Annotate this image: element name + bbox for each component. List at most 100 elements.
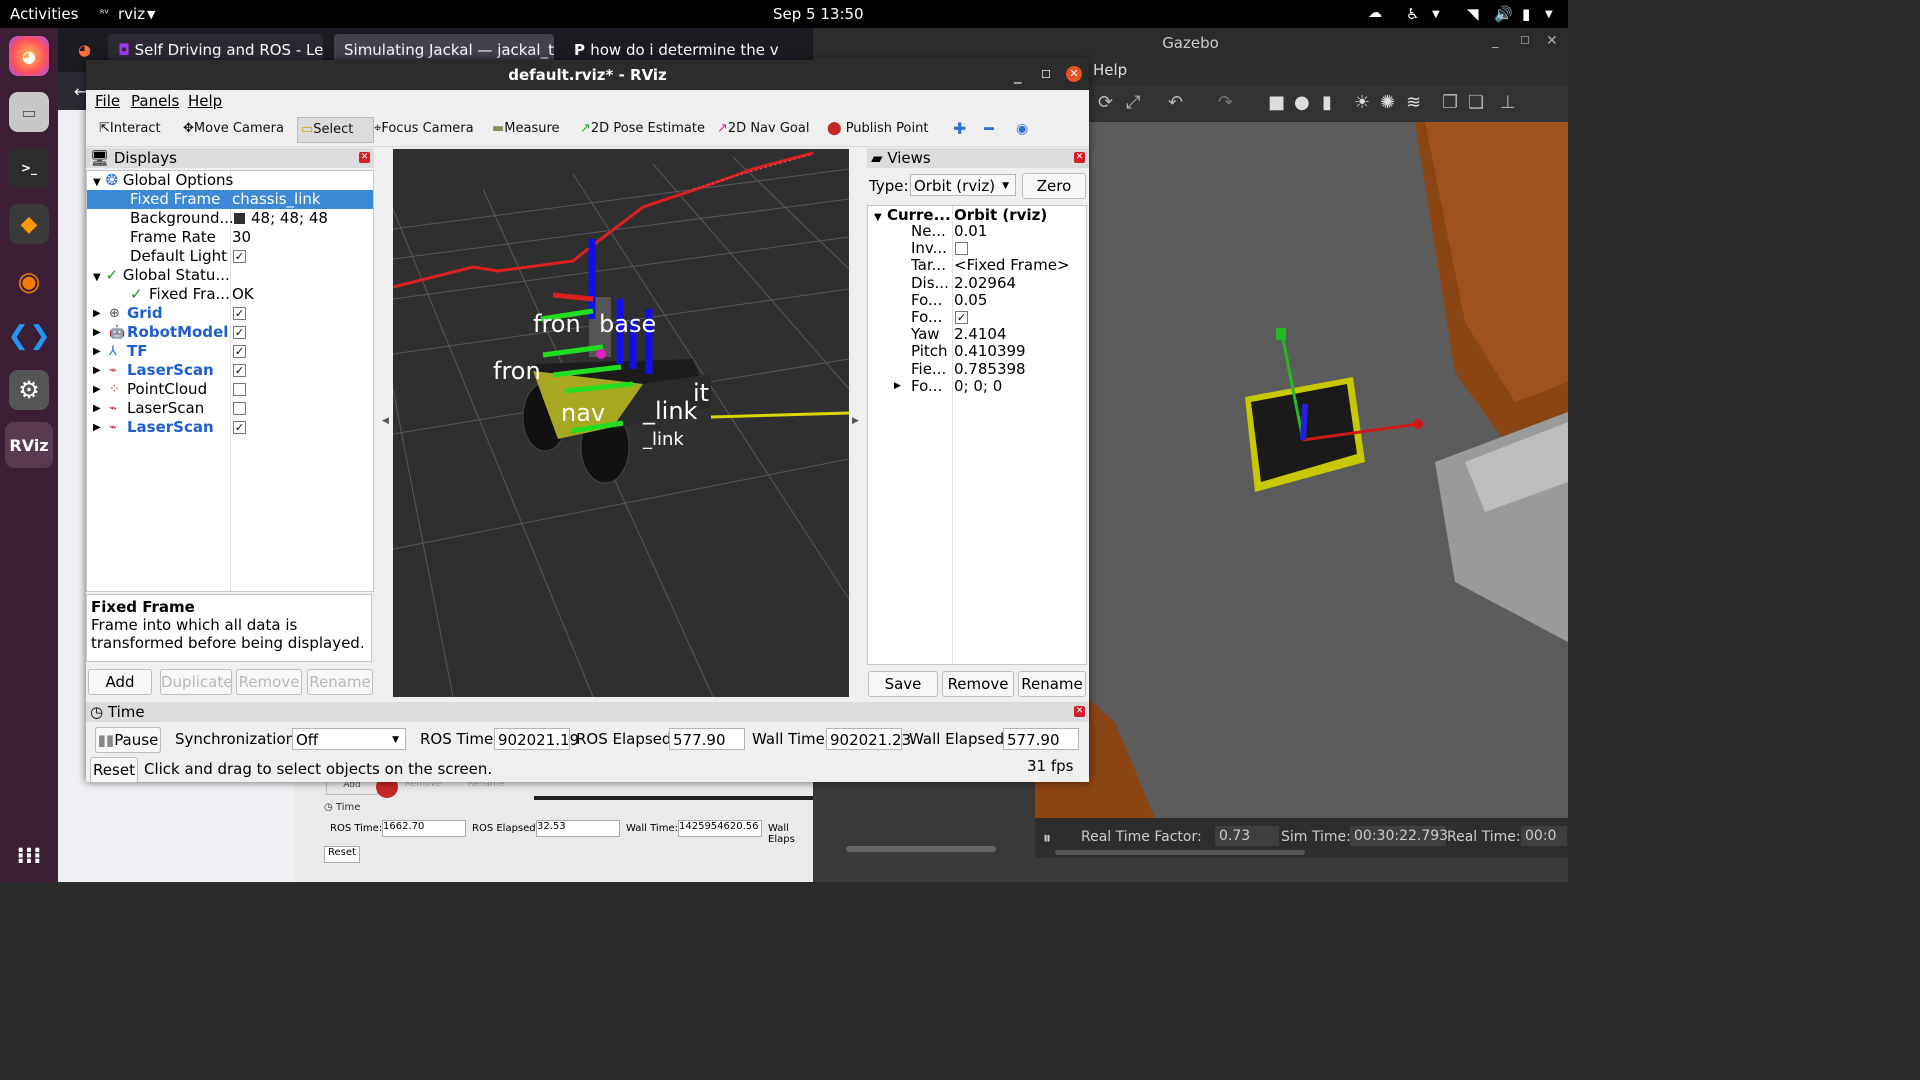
files-icon[interactable]: ▭ xyxy=(9,92,49,132)
display-item-pointcloud[interactable]: ▶ ⁘ PointCloud xyxy=(87,380,373,399)
gz-menu-help[interactable]: Help xyxy=(1093,61,1127,79)
battery-icon[interactable]: ▮ xyxy=(1522,5,1530,23)
rotate-icon[interactable]: ⟳ xyxy=(1098,92,1113,113)
maximize-icon[interactable]: ☐ xyxy=(1041,60,1051,90)
focus-camera-tool[interactable]: ⌖Focus Camera xyxy=(374,117,474,141)
view-prop-row[interactable]: Fie... 0.785398 xyxy=(868,360,1086,378)
wall-elapsed-field[interactable]: 577.90 xyxy=(1003,728,1079,750)
firefox-icon[interactable]: ◕ xyxy=(9,36,49,76)
gz-side-scrollbar[interactable] xyxy=(846,846,996,852)
render-viewport[interactable]: fron base fron nav _link it _link xyxy=(393,149,849,697)
default-light-row[interactable]: Default Light ✓ xyxy=(87,247,373,266)
settings-icon[interactable]: ⚙ xyxy=(9,370,49,410)
pause-icon[interactable]: ⏸ xyxy=(1043,828,1051,848)
minimize-icon[interactable]: _ xyxy=(1014,60,1022,90)
activities-button[interactable]: Activities xyxy=(10,5,78,23)
view-prop-row[interactable]: Dis... 2.02964 xyxy=(868,274,1086,292)
view-prop-checkbox[interactable]: ✓ xyxy=(955,311,968,324)
expand-arrow-icon[interactable]: ▶ xyxy=(93,380,101,399)
view-prop-row[interactable]: ▶ Fo... 0; 0; 0 xyxy=(868,377,1086,395)
measure-tool[interactable]: ▬Measure xyxy=(492,117,560,141)
rename-view-button[interactable]: Rename xyxy=(1018,671,1086,697)
expand-arrow-icon[interactable]: ▶ xyxy=(894,378,901,395)
fixed-frame-value[interactable]: chassis_link xyxy=(232,190,321,209)
right-collapse-icon[interactable]: ▶ xyxy=(852,416,859,426)
view-prop-checkbox[interactable] xyxy=(955,242,968,256)
menu-file[interactable]: File xyxy=(95,92,120,110)
display-item-robotmodel[interactable]: ▶ 🤖 RobotModel ✓ xyxy=(87,323,373,342)
wall-time-field[interactable]: 902021.23 xyxy=(826,728,911,750)
sync-select[interactable]: Off ▼ xyxy=(292,728,406,750)
add-tool-icon[interactable]: ✚ xyxy=(953,117,966,141)
display-enabled-checkbox[interactable]: ✓ xyxy=(233,307,246,320)
display-enabled-checkbox[interactable] xyxy=(233,383,246,396)
ros-time-field[interactable]: 902021.19 xyxy=(494,728,579,750)
menu-panels[interactable]: Panels xyxy=(131,92,179,110)
view-prop-row[interactable]: Fo... 0.05 xyxy=(868,291,1086,309)
remove-view-button[interactable]: Remove xyxy=(942,671,1014,697)
fixed-frame-row[interactable]: Fixed Frame chassis_link xyxy=(87,190,373,209)
add-display-button[interactable]: Add xyxy=(88,669,152,695)
terminal-icon[interactable]: >_ xyxy=(9,148,49,188)
paste-icon[interactable]: ❏ xyxy=(1468,92,1484,113)
expand-arrow-icon[interactable]: ▶ xyxy=(93,304,101,323)
display-enabled-checkbox[interactable]: ✓ xyxy=(233,326,246,339)
display-item-grid[interactable]: ▶ ⊕ Grid ✓ xyxy=(87,304,373,323)
gz-minimize-icon[interactable]: _ xyxy=(1492,34,1499,49)
app-menu[interactable]: rviz xyxy=(118,5,145,23)
expand-arrow-icon[interactable]: ▶ xyxy=(93,361,101,380)
pointlight-icon[interactable]: ✺ xyxy=(1380,92,1395,113)
apps-grid-icon[interactable]: ⁝⁝⁝ xyxy=(9,836,49,876)
volume-icon[interactable]: 🔊 xyxy=(1494,5,1513,23)
sun-icon[interactable]: ☀ xyxy=(1354,92,1370,113)
publish-point-tool[interactable]: ⬤ Publish Point xyxy=(827,117,928,141)
view-prop-row[interactable]: Tar... <Fixed Frame> xyxy=(868,257,1086,274)
display-item-tf[interactable]: ▶ ⅄ TF ✓ xyxy=(87,342,373,361)
menu-help[interactable]: Help xyxy=(188,92,222,110)
display-enabled-checkbox[interactable] xyxy=(233,402,246,415)
remove-tool-icon[interactable]: ━ xyxy=(984,117,994,141)
blender-icon[interactable]: ◉ xyxy=(9,262,49,302)
ros-elapsed-field[interactable]: 577.90 xyxy=(669,728,745,750)
view-prop-row[interactable]: Pitch 0.410399 xyxy=(868,343,1086,360)
time-close-icon[interactable]: ✕ xyxy=(1074,706,1085,717)
background-row[interactable]: Background... 48; 48; 48 xyxy=(87,209,373,228)
gz-bottom-scrollbar[interactable] xyxy=(1055,850,1305,855)
views-type-select[interactable]: Orbit (rviz) ▼ xyxy=(910,174,1016,196)
view-prop-row[interactable]: Yaw 2.4104 xyxy=(868,326,1086,343)
global-status-row[interactable]: ▼ ✓ Global Statu... xyxy=(93,266,230,285)
box-icon[interactable]: ■ xyxy=(1268,92,1285,113)
rename-display-button[interactable]: Rename xyxy=(307,669,373,695)
zero-button[interactable]: Zero xyxy=(1022,173,1086,199)
duplicate-display-button[interactable]: Duplicate xyxy=(160,669,232,695)
fixed-frame-status-row[interactable]: ✓ Fixed Fra... OK xyxy=(87,285,373,304)
pose-estimate-tool[interactable]: ↗2D Pose Estimate xyxy=(580,117,705,141)
display-item-laserscan[interactable]: ▶ ⌁ LaserScan ✓ xyxy=(87,418,373,437)
gazebo-scene[interactable] xyxy=(1035,122,1568,818)
expand-arrow-icon[interactable]: ▶ xyxy=(93,342,101,361)
view-prop-row[interactable]: Ne... 0.01 xyxy=(868,223,1086,240)
view-prop-row[interactable]: Fo... ✓ xyxy=(868,309,1086,326)
left-collapse-icon[interactable]: ◀ xyxy=(382,416,389,426)
interact-tool[interactable]: ⇱Interact xyxy=(99,117,161,141)
frame-rate-row[interactable]: Frame Rate 30 xyxy=(87,228,373,247)
expand-arrow-icon[interactable]: ▶ xyxy=(93,418,101,437)
sublime-icon[interactable]: ◆ xyxy=(9,204,49,244)
undo-icon[interactable]: ↶ xyxy=(1168,92,1183,113)
move-camera-tool[interactable]: ✥Move Camera xyxy=(183,117,284,141)
redo-icon[interactable]: ↷ xyxy=(1218,92,1233,113)
wifi-icon[interactable]: ◥ xyxy=(1467,5,1479,23)
tool-properties-icon[interactable]: ◉ xyxy=(1016,117,1028,141)
display-enabled-checkbox[interactable]: ✓ xyxy=(233,345,246,358)
select-tool[interactable]: ▭Select xyxy=(297,117,374,143)
align-icon[interactable]: ⊥ xyxy=(1500,92,1516,113)
views-close-icon[interactable]: ✕ xyxy=(1074,152,1085,163)
copy-icon[interactable]: ❐ xyxy=(1442,92,1458,113)
nav-goal-tool[interactable]: ↗2D Nav Goal xyxy=(717,117,809,141)
close-icon[interactable]: ✕ xyxy=(1066,66,1082,82)
sphere-icon[interactable]: ● xyxy=(1294,92,1310,113)
display-enabled-checkbox[interactable]: ✓ xyxy=(233,364,246,377)
cylinder-icon[interactable]: ▮ xyxy=(1322,92,1332,113)
reset-button[interactable]: Reset xyxy=(90,757,138,783)
view-prop-row[interactable]: Inv... xyxy=(868,240,1086,257)
